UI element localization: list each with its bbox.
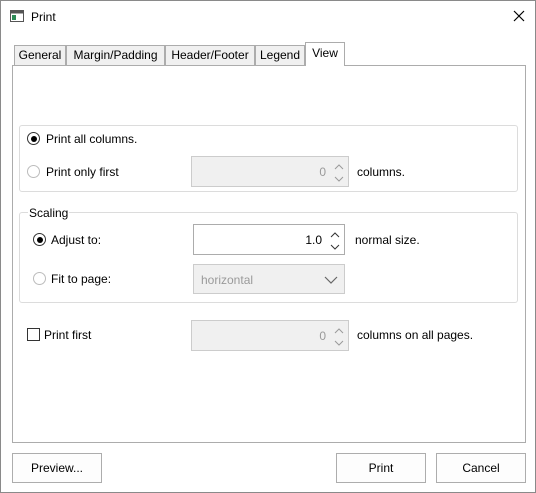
fit-to-page-radio[interactable] <box>33 272 46 285</box>
adjust-to-radio[interactable] <box>33 233 46 246</box>
app-icon <box>10 10 24 22</box>
repeat-columns-spinner[interactable]: 0 <box>191 320 349 351</box>
spin-down-icon[interactable] <box>329 241 341 251</box>
spin-down-icon[interactable] <box>333 337 345 347</box>
repeat-columns-value: 0 <box>319 329 326 343</box>
adjust-to-label: Adjust to: <box>51 233 102 247</box>
columns-suffix-label: columns. <box>357 165 406 179</box>
spin-up-icon[interactable] <box>333 161 345 171</box>
chevron-down-icon <box>324 274 338 288</box>
print-button[interactable]: Print <box>336 453 426 483</box>
spinner-value: 0 <box>319 165 326 179</box>
print-only-first-radio[interactable] <box>27 165 40 178</box>
columns-on-all-pages-label: columns on all pages. <box>357 328 474 342</box>
print-all-columns-label: Print all columns. <box>46 132 138 146</box>
print-first-columns-spinner[interactable]: 0 <box>191 156 349 187</box>
fit-to-page-label: Fit to page: <box>51 272 112 286</box>
print-all-columns-radio[interactable] <box>27 132 40 145</box>
normal-size-label: normal size. <box>355 233 420 247</box>
tab-margin-padding[interactable]: Margin/Padding <box>66 45 165 65</box>
spin-up-icon[interactable] <box>329 229 341 239</box>
print-dialog: Print General Margin/Padding Header/Foot… <box>0 0 536 493</box>
cancel-button[interactable]: Cancel <box>436 453 526 483</box>
fit-to-page-dropdown[interactable]: horizontal <box>193 264 345 294</box>
title-bar: Print <box>1 1 535 32</box>
adjust-to-value: 1.0 <box>305 233 322 247</box>
print-first-checkbox[interactable] <box>27 328 40 341</box>
tab-general[interactable]: General <box>14 45 66 65</box>
adjust-to-spinner[interactable]: 1.0 <box>193 224 345 255</box>
spin-down-icon[interactable] <box>333 173 345 183</box>
spin-up-icon[interactable] <box>333 325 345 335</box>
print-first-label: Print first <box>44 328 92 342</box>
window-title: Print <box>31 10 56 24</box>
close-button[interactable] <box>501 1 535 32</box>
scaling-caption: Scaling <box>28 206 70 220</box>
fit-to-page-value: horizontal <box>201 273 254 287</box>
tab-view[interactable]: View <box>305 42 345 66</box>
print-only-first-label: Print only first <box>46 165 119 179</box>
preview-button[interactable]: Preview... <box>12 453 102 483</box>
close-icon <box>513 10 525 22</box>
tab-header-footer[interactable]: Header/Footer <box>165 45 255 65</box>
tab-legend[interactable]: Legend <box>255 45 305 65</box>
